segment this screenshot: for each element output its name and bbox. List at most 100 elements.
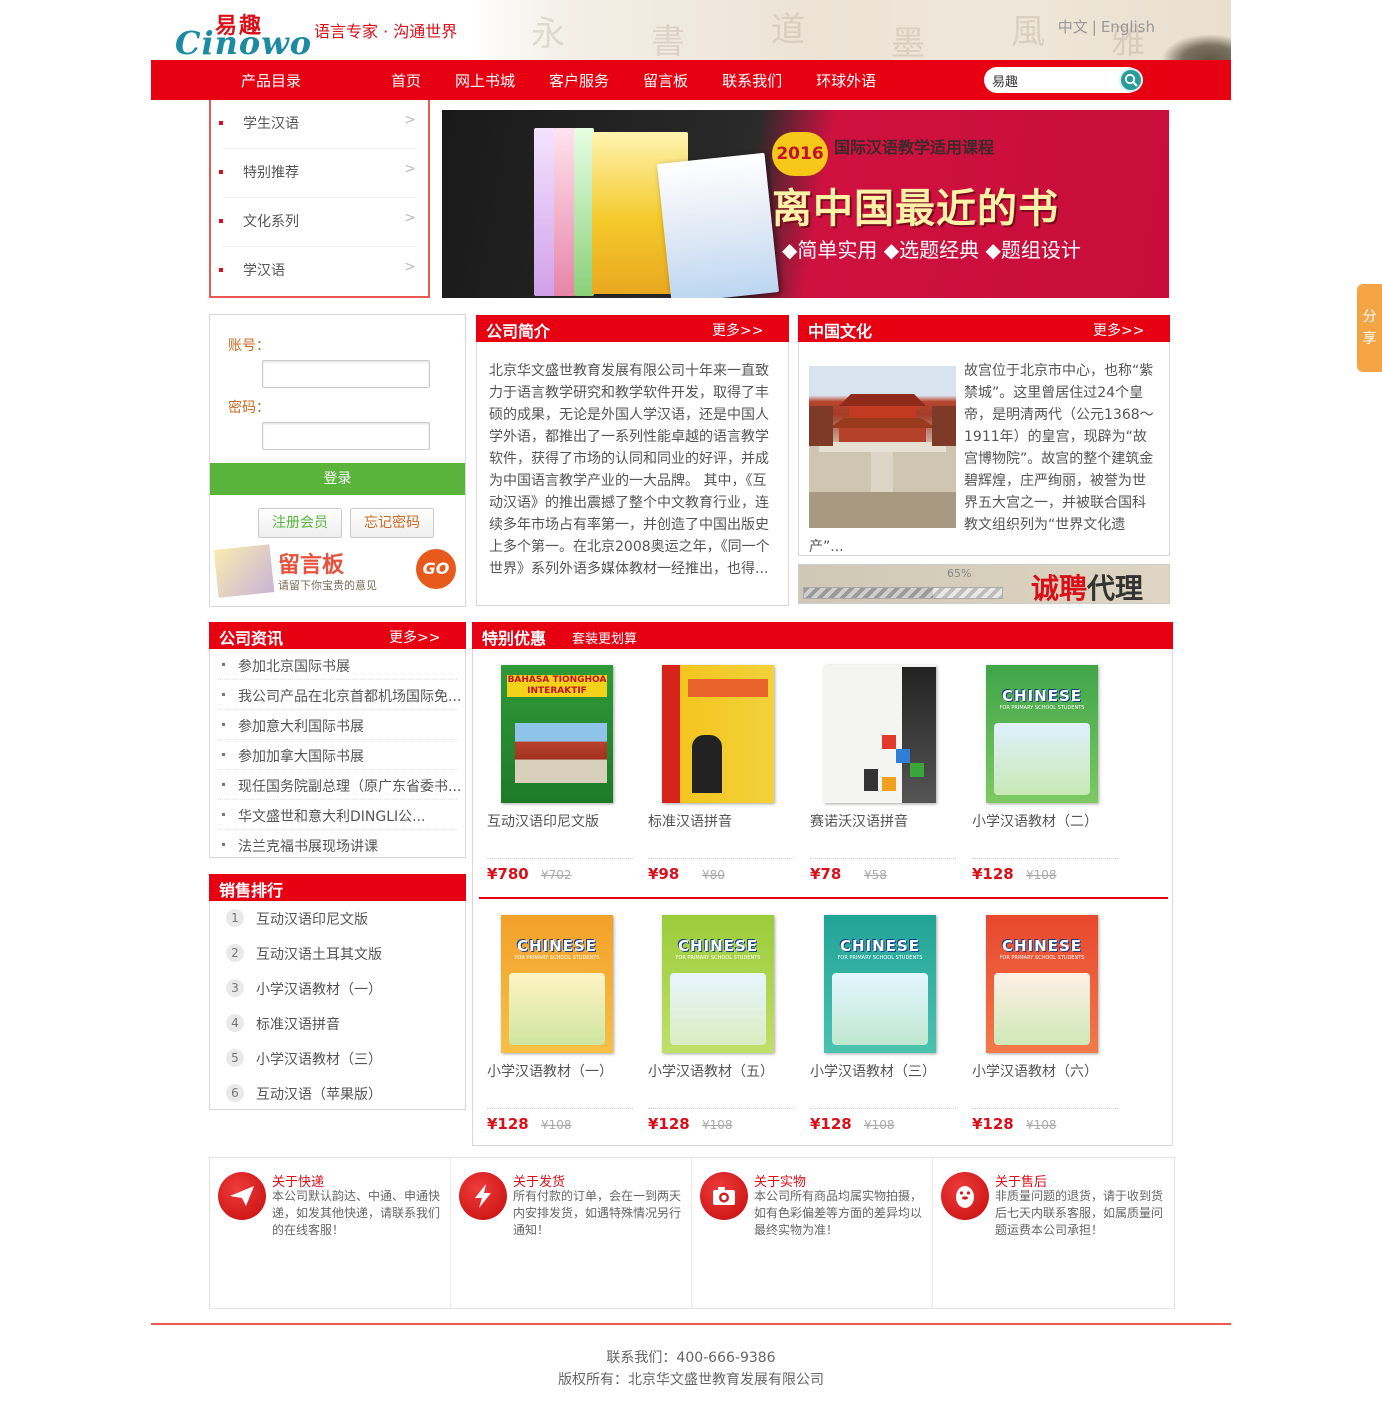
ranking-item[interactable]: 6 互动汉语（苹果版） [226,1076,465,1111]
lang-english-link[interactable]: English [1101,18,1155,36]
cover-brand: CHINESE [678,937,758,955]
divider [648,858,794,859]
product-old-price: ¥80 [702,868,725,882]
news-title: 参加北京国际书展 [238,659,350,675]
category-item[interactable]: 学汉语 > [219,247,416,296]
category-item[interactable]: 学生汉语 > [219,100,416,149]
product-card[interactable]: BAHASA TIONGHOA INTERAKTIF 互动汉语印尼文版 ¥780… [487,665,637,895]
cover-photo [515,723,607,783]
chevron-right-icon: > [404,112,416,128]
message-board-title: 留言板 [278,552,345,578]
panel-header: 销售排行 [209,874,466,901]
news-item[interactable]: 现任国务院副总理（原广东省委书... [218,770,461,800]
product-image[interactable]: CHINESE FOR PRIMARY SCHOOL STUDENTS [986,665,1098,803]
news-item[interactable]: 参加北京国际书展 [218,650,457,680]
search-input[interactable] [992,70,1110,90]
news-item[interactable]: 参加意大利国际书展 [218,710,457,740]
category-item[interactable]: 特别推荐 > [219,149,416,198]
product-image[interactable] [662,665,774,803]
go-button[interactable]: GO [416,549,456,589]
product-image[interactable] [824,665,936,803]
cover-barcode [864,769,878,791]
search-icon [1124,73,1138,87]
product-image[interactable]: CHINESE FOR PRIMARY SCHOOL STUDENTS [986,915,1098,1053]
chevron-right-icon: > [404,259,416,275]
divider [487,1108,633,1109]
more-link[interactable]: 更多>> [389,627,440,647]
ranking-item[interactable]: 2 互动汉语土耳其文版 [226,936,465,971]
product-image[interactable]: CHINESE FOR PRIMARY SCHOOL STUDENTS [501,915,613,1053]
product-old-price: ¥108 [1026,868,1057,882]
panel-title: 公司简介 [486,322,551,341]
nav-item-home[interactable]: 首页 [391,70,421,91]
login-button[interactable]: 登录 [210,463,465,495]
news-item[interactable]: 参加加拿大国际书展 [218,740,457,770]
nav-item-foreign-languages[interactable]: 环球外语 [816,70,876,91]
promo-banner[interactable]: 2016 国际汉语教学适用课程 离中国最近的书 ◆简单实用 ◆选题经典 ◆题组设… [442,110,1169,298]
news-item[interactable]: 法兰克福书展现场讲课 [218,830,457,860]
share-tab[interactable]: 分享 [1357,284,1382,372]
password-input[interactable] [262,422,430,450]
nav-product-catalog[interactable]: 产品目录 [241,70,301,91]
category-item[interactable]: 文化系列 > [219,198,416,247]
ranking-item[interactable]: 4 标准汉语拼音 [226,1006,465,1041]
account-input[interactable] [262,360,430,388]
lang-chinese-link[interactable]: 中文 [1058,18,1088,36]
product-old-price: ¥702 [541,868,572,882]
book-cover: CHINESE FOR PRIMARY SCHOOL STUDENTS [986,665,1098,803]
product-image[interactable]: CHINESE FOR PRIMARY SCHOOL STUDENTS [662,915,774,1053]
banner-book-spine [534,128,556,296]
category-label: 文化系列 [243,214,299,230]
rank-product-name: 标准汉语拼音 [256,1017,340,1033]
search-button[interactable] [1119,68,1143,92]
product-image[interactable]: CHINESE FOR PRIMARY SCHOOL STUDENTS [824,915,936,1053]
panel-header: 特别优惠 套装更划算 [472,622,1173,649]
cover-scene [670,973,766,1045]
rank-product-name: 互动汉语（苹果版） [256,1087,382,1103]
cover-scene [994,973,1090,1045]
product-card[interactable]: 标准汉语拼音 ¥98 ¥80 [648,665,798,895]
product-image[interactable]: BAHASA TIONGHOA INTERAKTIF [501,665,613,803]
product-card[interactable]: CHINESE FOR PRIMARY SCHOOL STUDENTS 小学汉语… [810,915,960,1145]
more-link[interactable]: 更多>> [1093,320,1144,340]
message-board-subtitle: 请留下你宝贵的意见 [278,579,377,592]
product-price: ¥780 [487,865,529,883]
product-card[interactable]: CHINESE FOR PRIMARY SCHOOL STUDENTS 小学汉语… [972,915,1122,1145]
product-row-divider [479,897,1168,899]
news-item[interactable]: 我公司产品在北京首都机场国际免... [218,680,461,710]
cover-brand: CHINESE [517,937,597,955]
ranking-item[interactable]: 1 互动汉语印尼文版 [226,901,465,936]
ranking-item[interactable]: 3 小学汉语教材（一） [226,971,465,1006]
cover-subtitle: FOR PRIMARY SCHOOL STUDENTS [675,955,761,961]
recruit-agents-banner[interactable]: 65% 诚聘代理商 [798,564,1170,604]
product-card[interactable]: CHINESE FOR PRIMARY SCHOOL STUDENTS 小学汉语… [648,915,798,1145]
news-item[interactable]: 华文盛世和意大利DINGLI公... [218,800,457,830]
nav-item-contact[interactable]: 联系我们 [722,70,782,91]
progress-label: 65% [947,567,972,580]
book-cover [824,665,936,803]
product-name: 小学汉语教材（一） [487,1064,613,1080]
nav-item-customer-service[interactable]: 客户服务 [549,70,609,91]
product-card[interactable]: CHINESE FOR PRIMARY SCHOOL STUDENTS 小学汉语… [972,665,1122,895]
progress-fill [804,588,933,598]
ranking-item[interactable]: 5 小学汉语教材（三） [226,1041,465,1076]
register-button[interactable]: 注册会员 [258,508,342,538]
product-card[interactable]: 赛诺沃汉语拼音 ¥78 ¥58 [810,665,960,895]
chevron-right-icon: > [404,161,416,177]
message-board-link[interactable]: 留言板 请留下你宝贵的意见 GO [213,543,458,599]
divider [810,1108,956,1109]
panel-subtitle: 套装更划算 [572,632,638,647]
bullet-icon [222,663,225,666]
nav-item-bookstore[interactable]: 网上书城 [455,70,515,91]
product-card[interactable]: CHINESE FOR PRIMARY SCHOOL STUDENTS 小学汉语… [487,915,637,1145]
cover-brand: CHINESE [1002,687,1082,705]
footer-contact: 联系我们：400-666-9386 [606,1350,776,1366]
bullet-icon [219,219,223,223]
more-link[interactable]: 更多>> [712,320,763,340]
cover-letter-block [882,735,896,749]
product-price: ¥128 [972,1115,1014,1133]
nav-item-message-board[interactable]: 留言板 [643,70,688,91]
site-logo[interactable]: 易趣 Cinowo [175,8,311,60]
forgot-password-button[interactable]: 忘记密码 [350,508,434,538]
service-item-delivery: 关于发货 所有付款的订单，会在一到两天内安排发货，如遇特殊情况另行通知！ [451,1158,692,1308]
